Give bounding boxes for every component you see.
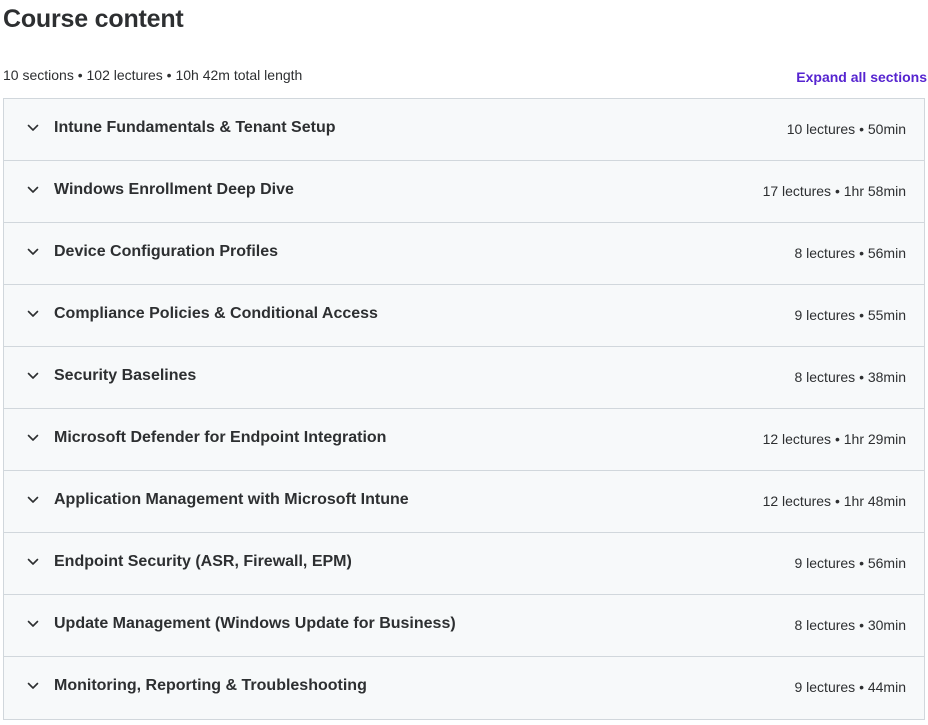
section-meta: 17 lectures • 1hr 58min [762, 182, 906, 199]
course-content-panel: Course content 10 sections • 102 lecture… [0, 0, 928, 725]
section-title: Update Management (Windows Update for Bu… [54, 614, 456, 632]
section-meta: 9 lectures • 55min [794, 306, 906, 323]
chevron-down-icon [26, 245, 40, 259]
chevron-down-icon [26, 183, 40, 197]
section-header[interactable]: Windows Enrollment Deep Dive 17 lectures… [4, 161, 924, 223]
page-title: Course content [3, 5, 184, 33]
expand-all-sections-button[interactable]: Expand all sections [796, 69, 927, 85]
section-title: Windows Enrollment Deep Dive [54, 180, 294, 198]
chevron-down-icon [26, 679, 40, 693]
chevron-down-icon [26, 617, 40, 631]
section-header[interactable]: Microsoft Defender for Endpoint Integrat… [4, 409, 924, 471]
section-meta: 9 lectures • 44min [794, 679, 906, 695]
section-title: Application Management with Microsoft In… [54, 490, 409, 508]
section-meta: 8 lectures • 56min [794, 244, 906, 261]
section-list: Intune Fundamentals & Tenant Setup 10 le… [3, 98, 925, 720]
chevron-down-icon [26, 555, 40, 569]
section-title: Intune Fundamentals & Tenant Setup [54, 118, 336, 136]
section-header[interactable]: Device Configuration Profiles 8 lectures… [4, 223, 924, 285]
section-meta: 8 lectures • 30min [794, 616, 906, 633]
chevron-down-icon [26, 307, 40, 321]
section-meta: 12 lectures • 1hr 48min [762, 492, 906, 509]
section-title: Endpoint Security (ASR, Firewall, EPM) [54, 552, 352, 570]
section-header[interactable]: Intune Fundamentals & Tenant Setup 10 le… [4, 99, 924, 161]
section-header[interactable]: Update Management (Windows Update for Bu… [4, 595, 924, 657]
section-header[interactable]: Monitoring, Reporting & Troubleshooting … [4, 657, 924, 719]
section-title: Device Configuration Profiles [54, 242, 279, 260]
course-summary-row: 10 sections • 102 lectures • 10h 42m tot… [3, 65, 927, 85]
section-meta: 9 lectures • 56min [794, 554, 906, 571]
chevron-down-icon [26, 369, 40, 383]
section-header[interactable]: Endpoint Security (ASR, Firewall, EPM) 9… [4, 533, 924, 595]
chevron-down-icon [26, 493, 40, 507]
course-summary: 10 sections • 102 lectures • 10h 42m tot… [3, 67, 303, 83]
section-header[interactable]: Application Management with Microsoft In… [4, 471, 924, 533]
section-title: Security Baselines [54, 366, 197, 384]
chevron-down-icon [26, 121, 40, 135]
section-meta: 10 lectures • 50min [786, 120, 906, 137]
section-title: Microsoft Defender for Endpoint Integrat… [54, 428, 387, 446]
chevron-down-icon [26, 431, 40, 445]
section-header[interactable]: Compliance Policies & Conditional Access… [4, 285, 924, 347]
section-title: Monitoring, Reporting & Troubleshooting [54, 677, 367, 694]
section-meta: 8 lectures • 38min [794, 368, 906, 385]
section-title: Compliance Policies & Conditional Access [54, 304, 378, 322]
section-meta: 12 lectures • 1hr 29min [762, 430, 906, 447]
section-header[interactable]: Security Baselines 8 lectures • 38min [4, 347, 924, 409]
